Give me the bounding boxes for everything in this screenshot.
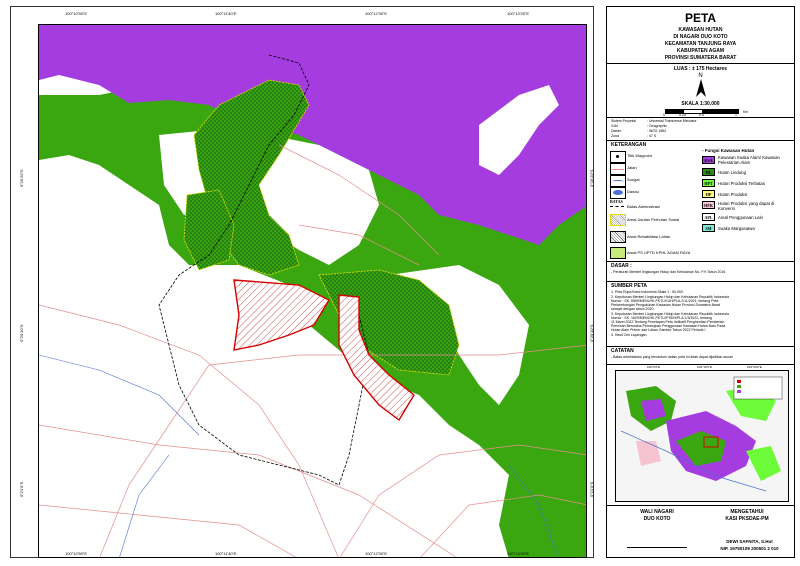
lake-icon bbox=[610, 187, 626, 199]
signature-right-title: MENGETAHUI bbox=[730, 509, 764, 515]
forest-function-heading: - Fungsi Kawasan Hutan bbox=[702, 148, 755, 153]
dasar-text: - Peraturan Menteri lingkungan Hidup dan… bbox=[611, 270, 726, 274]
sumber-line: 1. Peta Rupa Bumi Indonesia Skala 1 : 50… bbox=[611, 290, 684, 294]
projection-value: : Universal Transverse Mercator bbox=[647, 119, 697, 123]
legend-label: Suaka Margasatwa bbox=[718, 226, 755, 231]
legend-label: Jalan bbox=[627, 165, 637, 170]
legend-label: Batas Administrasi bbox=[627, 204, 660, 209]
sumber-line: 4. Hasil Cek Lapangan. bbox=[611, 333, 648, 337]
social-forestry-icon bbox=[610, 214, 626, 226]
map-frame: 100°10'50"E 100°11'40"E 100°12'30"E 100°… bbox=[10, 6, 594, 558]
signature-left-title: WALI NAGARI bbox=[640, 509, 674, 515]
inset-tick: 100°20'0"E bbox=[747, 365, 762, 369]
map-tick-bottom: 100°11'40"E bbox=[215, 551, 237, 556]
projection-label: Sistem Proyeksi bbox=[611, 119, 637, 123]
signature-left-title: DUO KOTO bbox=[643, 516, 671, 522]
hpt-swatch: HPT bbox=[702, 179, 715, 187]
rehab-icon bbox=[610, 231, 626, 243]
title-line: KAWASAN HUTAN bbox=[678, 27, 723, 33]
map-tick-left: 0°19'20"S bbox=[19, 169, 24, 187]
title-line: KECAMATAN TANJUNG RAYA bbox=[664, 41, 737, 47]
legend-label: Sungai bbox=[627, 177, 640, 182]
hl-swatch: HL bbox=[702, 168, 715, 176]
north-arrow-icon bbox=[696, 79, 706, 97]
legend-label: Hutan Produksi yang dapat di Konversi bbox=[718, 201, 775, 211]
catatan-heading: CATATAN bbox=[611, 348, 634, 354]
legend-label: Areal Rehabilitasi Lahan bbox=[627, 234, 671, 239]
sumber-line: Hutan Alam Primer dan Lahan Gambut Tahun… bbox=[611, 328, 706, 332]
legend-panel: PETA KAWASAN HUTAN DI NAGARI DUO KOTO KE… bbox=[606, 6, 795, 558]
inset-tick: 100°10'0"E bbox=[697, 365, 712, 369]
signature-right-name: DEWI SAFNITA, S.Hut bbox=[726, 539, 773, 544]
title-line: DI NAGARI DUO KOTO bbox=[673, 34, 728, 40]
inset-tick: 100°0'0"E bbox=[647, 365, 661, 369]
map-tick-top: 100°13'20"E bbox=[507, 11, 530, 16]
map-tick-bottom: 100°10'50"E bbox=[65, 551, 88, 556]
legend-label: Danau bbox=[627, 189, 639, 194]
apl-swatch: APL bbox=[702, 213, 715, 221]
inset-map-svg bbox=[616, 371, 788, 501]
hpk-swatch: HPK bbox=[702, 201, 715, 209]
sumber-line: sampai dengan tahun 2020. bbox=[611, 307, 655, 311]
legend-label: Titik Waypoint bbox=[627, 153, 652, 158]
road-icon bbox=[610, 163, 626, 175]
map-svg bbox=[39, 25, 586, 557]
signature-right-title: KASI PKSDAE-PM bbox=[725, 516, 769, 522]
kphl-icon bbox=[610, 247, 626, 259]
map-tick-right: 0°19'20"S bbox=[589, 169, 594, 187]
legend-label: Hutan Lindung bbox=[718, 170, 746, 175]
map-tick-right: 0°21'0"S bbox=[589, 481, 594, 497]
scale-text: SKALA 1:30.000 bbox=[681, 101, 720, 107]
map-tick-top: 100°11'40"E bbox=[215, 11, 237, 16]
map-tick-bottom: 100°12'30"E bbox=[365, 551, 388, 556]
signature-line bbox=[627, 547, 687, 548]
legend-label: Areal Usulan Perhutan Sosial bbox=[627, 217, 680, 222]
title-line: KABUPATEN AGAM bbox=[676, 48, 725, 54]
admin-boundary-icon bbox=[610, 206, 624, 207]
hp-swatch: HP bbox=[702, 190, 715, 198]
projection-label: Datum bbox=[611, 129, 622, 133]
legend-label: Hutan Produksi Terbatas bbox=[718, 181, 765, 186]
map-page: 100°10'50"E 100°11'40"E 100°12'30"E 100°… bbox=[0, 0, 800, 566]
map-title: PETA bbox=[684, 11, 717, 25]
map-tick-right: 0°20'10"S bbox=[589, 324, 594, 342]
sm-swatch: SM bbox=[702, 224, 715, 232]
area-text: LUAS : ± 175 Hectares bbox=[673, 66, 728, 72]
legend-label: Areal PS UPTD KPHL AGAM RAYA bbox=[627, 250, 691, 255]
catatan-text: - Batas administrasi yang tercantum dala… bbox=[611, 355, 733, 359]
ksa-swatch: KSA bbox=[702, 156, 715, 164]
map-canvas[interactable] bbox=[38, 24, 587, 558]
projection-label: Zona bbox=[611, 134, 619, 138]
sumber-heading: SUMBER PETA bbox=[611, 283, 648, 289]
map-tick-left: 0°20'10"S bbox=[19, 324, 24, 342]
map-tick-top: 100°10'50"E bbox=[65, 11, 88, 16]
legend-heading: KETERANGAN bbox=[611, 142, 647, 148]
boundary-label: BATAS bbox=[610, 199, 623, 204]
projection-label: Grid bbox=[611, 124, 618, 128]
waypoint-icon bbox=[610, 151, 626, 163]
projection-value: : Geographic bbox=[647, 124, 668, 128]
projection-value: : WGS 1984 bbox=[647, 129, 667, 133]
inset-map[interactable] bbox=[615, 370, 789, 502]
projection-value: : 47 S bbox=[647, 134, 657, 138]
map-tick-left: 0°21'0"S bbox=[19, 481, 24, 497]
river-icon bbox=[610, 175, 626, 187]
scale-unit: Km bbox=[743, 110, 749, 114]
legend-label: Areal Penggunaan Lain bbox=[718, 215, 763, 220]
map-tick-bottom: 100°13'20"E bbox=[507, 551, 530, 556]
dasar-heading: DASAR : bbox=[611, 263, 632, 269]
legend-label: Hutan Produksi bbox=[718, 192, 748, 197]
legend-label: Kawasan Suaka Alam/ Kawasan Pelestarian … bbox=[718, 155, 780, 165]
signature-right-nip: NIP. 19750109 200501 2 010 bbox=[720, 546, 779, 551]
map-tick-top: 100°12'30"E bbox=[365, 11, 388, 16]
title-line: PROVINSI SUMATERA BARAT bbox=[664, 55, 737, 61]
